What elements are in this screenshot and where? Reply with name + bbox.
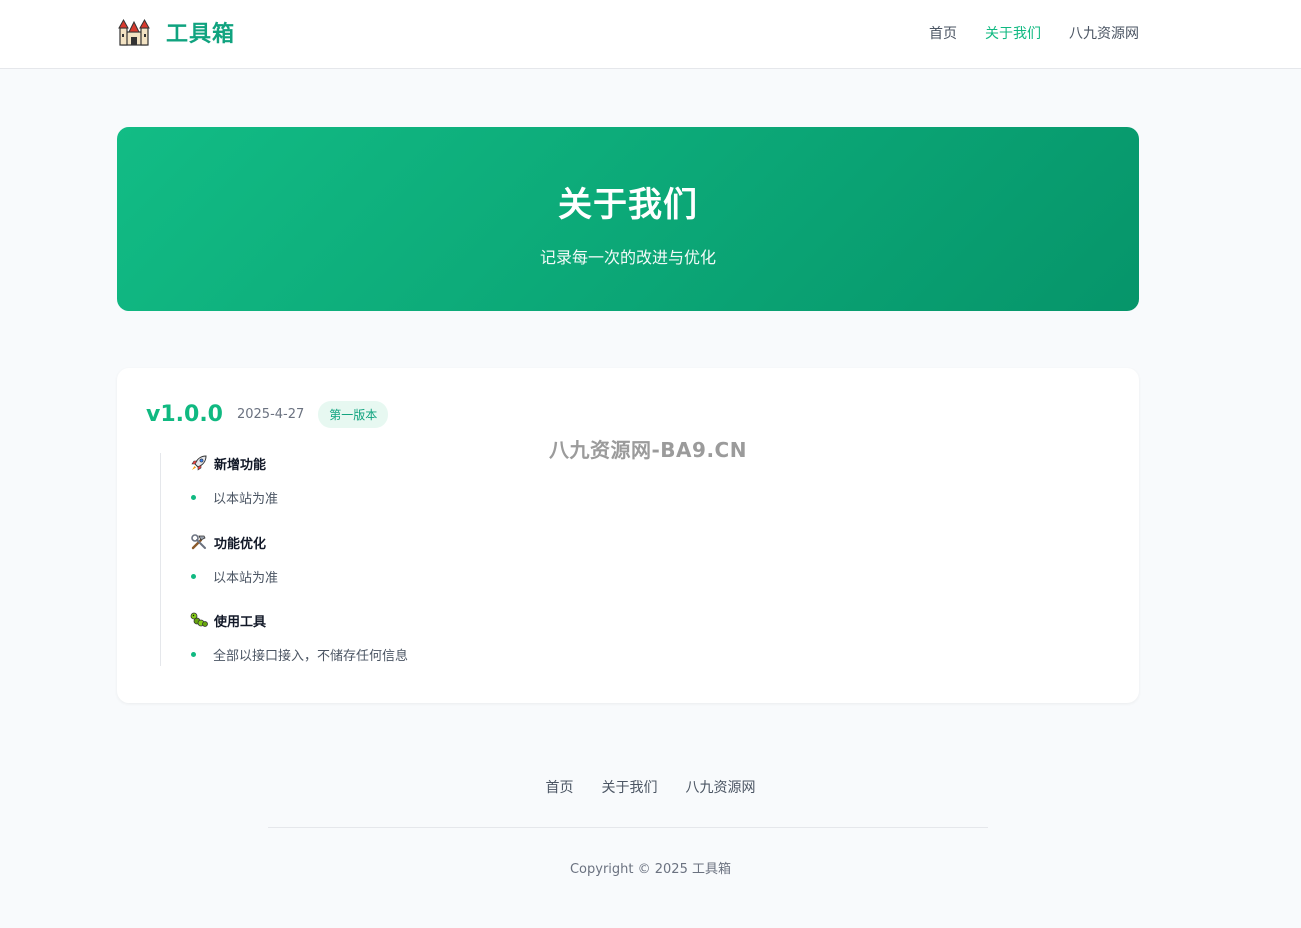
version-changelog: 新增功能 以本站为准 功能优化 以本站为准 使用工具 全部以接口接入，不储存任何… xyxy=(160,453,860,666)
logo-link[interactable]: 工具箱 xyxy=(118,16,235,48)
hero-title: 关于我们 xyxy=(558,185,698,225)
version-number: v1.0.0 xyxy=(146,402,223,427)
bullet-dot xyxy=(191,573,196,579)
tools-icon xyxy=(191,534,206,550)
logo-text: 工具箱 xyxy=(166,22,236,47)
nav-item-ba9[interactable]: 八九资源网 xyxy=(1069,24,1139,44)
section-title: 功能优化 xyxy=(214,536,267,552)
rocket-icon xyxy=(191,455,207,471)
footer-link-about[interactable]: 关于我们 xyxy=(602,777,658,797)
footer-nav: 首页 关于我们 八九资源网 xyxy=(0,777,1301,797)
watermark-text: 八九资源网-BA9.CN xyxy=(549,438,747,462)
bullet-dot xyxy=(191,651,196,657)
hero-subtitle: 记录每一次的改进与优化 xyxy=(539,248,716,267)
section-title: 新增功能 xyxy=(214,457,267,473)
castle-icon xyxy=(118,18,150,46)
site-header: 工具箱 首页 关于我们 八九资源网 xyxy=(0,0,1301,69)
changelog-section-tools: 使用工具 全部以接口接入，不储存任何信息 xyxy=(190,610,408,664)
list-item: 以本站为准 xyxy=(190,566,278,586)
footer-link-home[interactable]: 首页 xyxy=(546,777,574,797)
version-date: 2025-4-27 xyxy=(236,407,305,422)
hero-banner: 关于我们 记录每一次的改进与优化 xyxy=(117,127,1139,311)
changelog-section-new: 新增功能 以本站为准 xyxy=(190,453,278,507)
version-badge: 第一版本 xyxy=(318,401,389,428)
list-item: 以本站为准 xyxy=(190,487,278,507)
nav-item-about[interactable]: 关于我们 xyxy=(985,24,1041,44)
copyright-text: Copyright © 2025 工具箱 xyxy=(569,862,731,877)
version-card: v1.0.0 2025-4-27 第一版本 新增功能 以本站为准 功能优化 以本… xyxy=(117,368,1139,703)
changelog-section-optimize: 功能优化 以本站为准 xyxy=(190,532,278,586)
list-item: 全部以接口接入，不储存任何信息 xyxy=(190,644,408,664)
footer-divider xyxy=(268,827,988,828)
footer-link-ba9[interactable]: 八九资源网 xyxy=(686,777,756,797)
bug-icon xyxy=(190,612,208,627)
main-nav: 首页 关于我们 八九资源网 xyxy=(929,24,1139,44)
bullet-dot xyxy=(191,494,196,500)
section-title: 使用工具 xyxy=(214,614,267,630)
version-header: v1.0.0 2025-4-27 第一版本 xyxy=(146,401,389,428)
nav-item-home[interactable]: 首页 xyxy=(929,24,957,44)
